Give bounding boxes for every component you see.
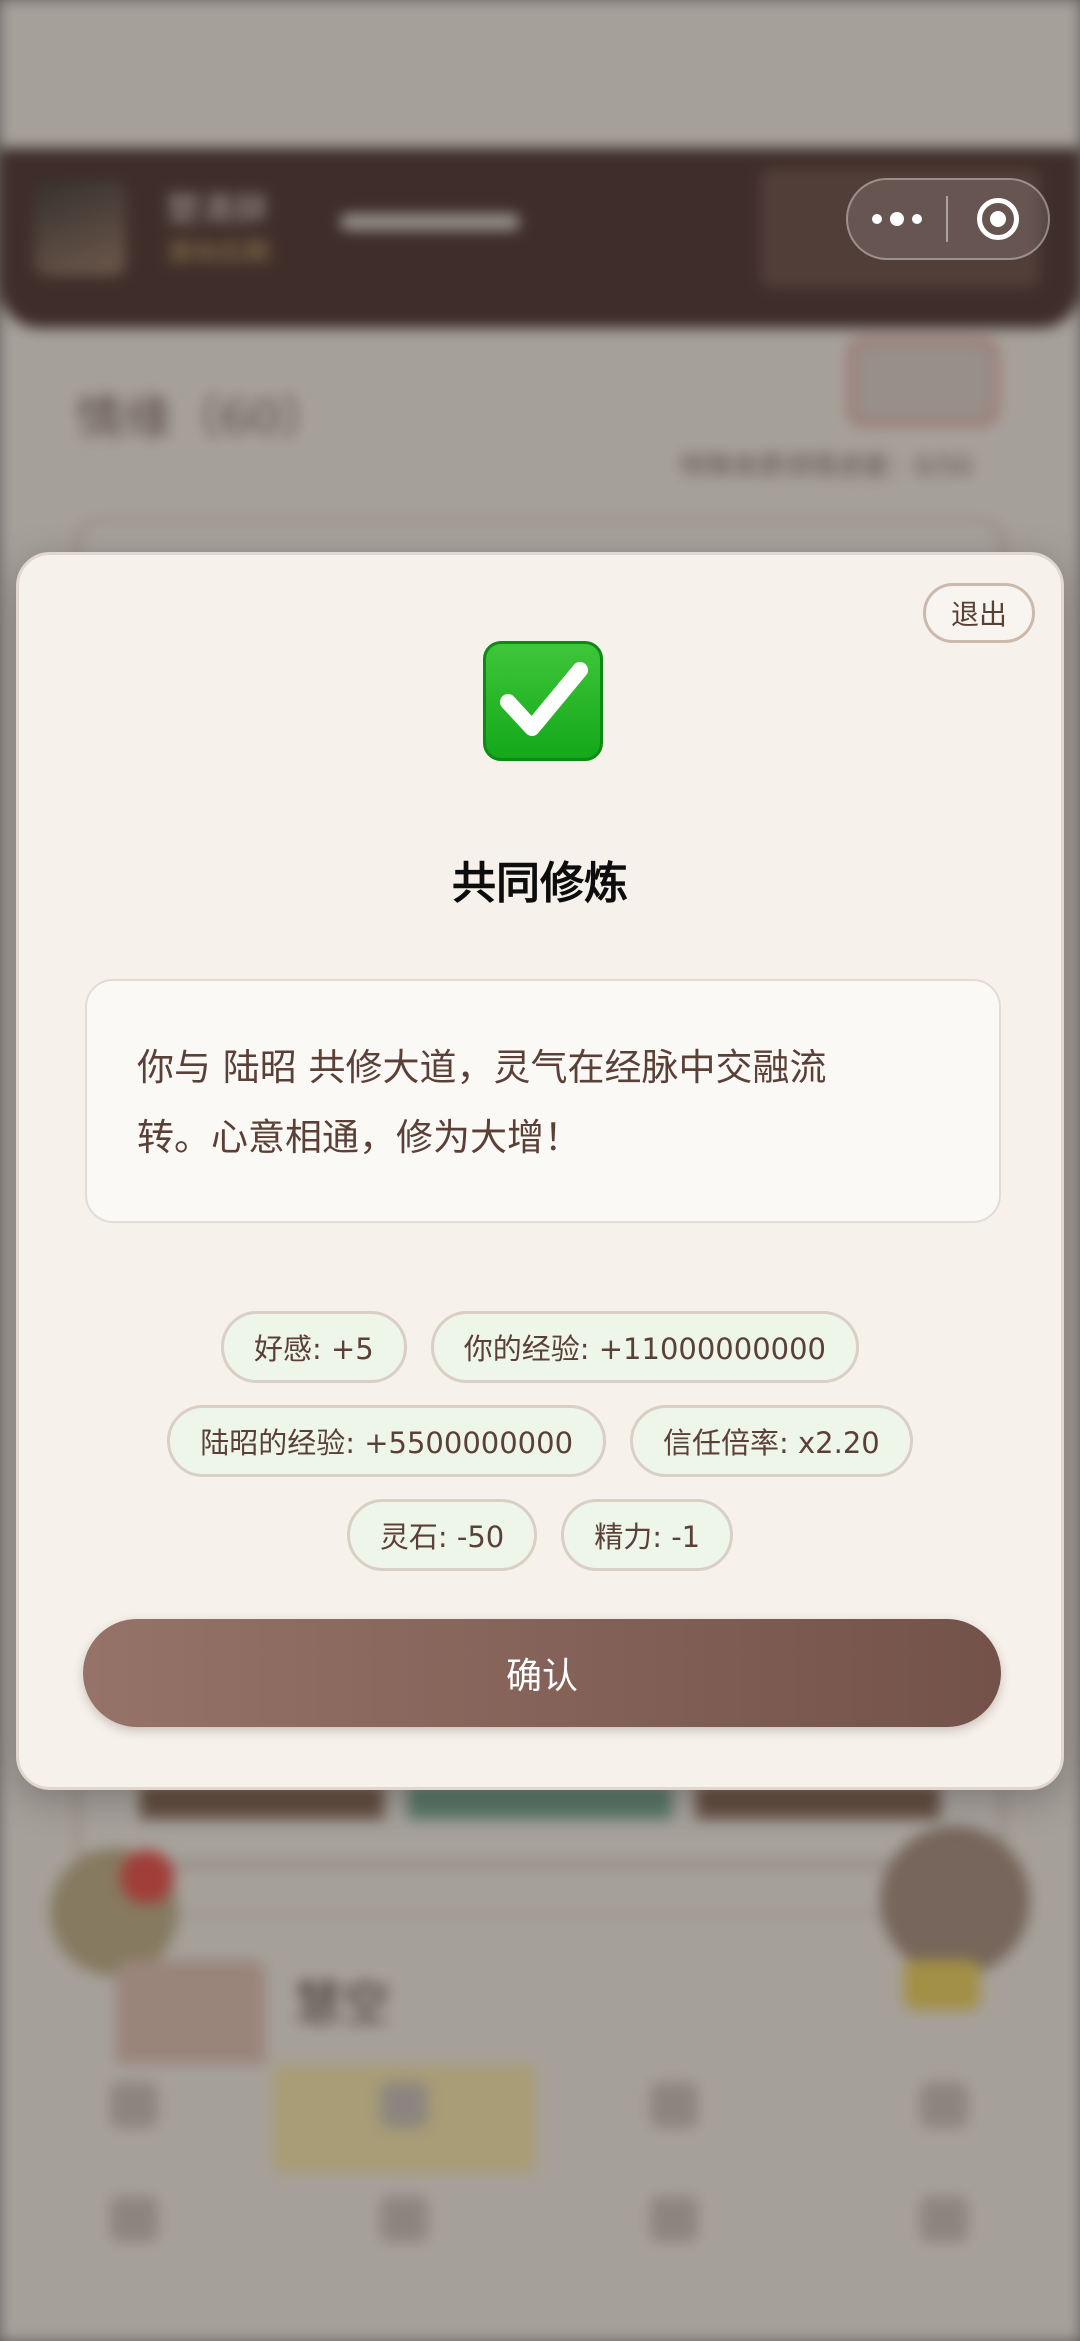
exit-button[interactable]: 退出 — [923, 583, 1035, 643]
affinity-chip: 好感: +5 — [221, 1311, 407, 1383]
partner-exp-chip: 陆昭的经验: +5500000000 — [167, 1405, 607, 1477]
energy-chip: 精力: -1 — [561, 1499, 734, 1571]
message-line: 转。心意相通，修为大增！ — [137, 1116, 581, 1159]
more-dots-icon[interactable] — [848, 180, 946, 258]
dot — [912, 214, 923, 224]
target-ring — [977, 198, 1019, 240]
target-close-icon[interactable] — [948, 180, 1048, 258]
dot — [872, 214, 883, 224]
check-mark-icon — [483, 641, 603, 761]
trust-multiplier-chip: 信任倍率: x2.20 — [630, 1405, 913, 1477]
dot — [890, 212, 905, 226]
message-line: 你与 陆昭 共修大道，灵气在经脉中交融流 — [137, 1046, 827, 1089]
chip-row: 灵石: -50 精力: -1 — [19, 1499, 1061, 1571]
target-core — [990, 211, 1006, 227]
your-exp-chip: 你的经验: +11000000000 — [430, 1311, 859, 1383]
chip-row: 好感: +5 你的经验: +11000000000 — [19, 1311, 1061, 1383]
spirit-stone-chip: 灵石: -50 — [346, 1499, 538, 1571]
reward-chips: 好感: +5 你的经验: +11000000000 陆昭的经验: +550000… — [19, 1311, 1061, 1593]
modal-title: 共同修炼 — [452, 858, 628, 909]
check-mark-glyph — [500, 662, 588, 736]
confirm-button[interactable]: 确认 — [83, 1619, 1001, 1727]
miniprogram-capsule — [846, 178, 1050, 260]
message-box: 你与 陆昭 共修大道，灵气在经脉中交融流 转。心意相通，修为大增！ — [85, 979, 1001, 1223]
chip-row: 陆昭的经验: +5500000000 信任倍率: x2.20 — [19, 1405, 1061, 1477]
cultivation-result-modal: 退出 共同修炼 你与 陆昭 共修大道，灵气在经脉中交融流 转。心意相通，修为大增… — [16, 552, 1064, 1790]
